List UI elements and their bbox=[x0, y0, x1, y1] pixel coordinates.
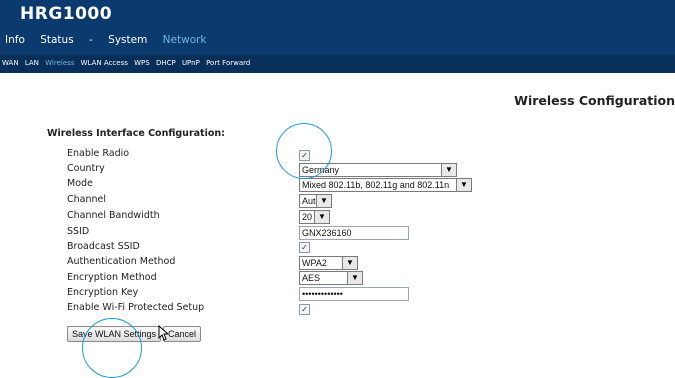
cancel-button[interactable]: Cancel bbox=[163, 326, 201, 342]
brand-title: HRG1000 bbox=[20, 4, 113, 24]
auth-method-select[interactable]: WPA2 ▼ bbox=[299, 256, 358, 270]
enc-method-select[interactable]: AES ▼ bbox=[299, 271, 363, 285]
section-title: Wireless Interface Configuration: bbox=[47, 128, 225, 139]
channel-bandwidth-value: 20 bbox=[302, 212, 313, 222]
channel-select[interactable]: Auto ▼ bbox=[299, 194, 332, 208]
subnav-item-wan[interactable]: WAN bbox=[2, 59, 19, 67]
chevron-down-icon: ▼ bbox=[316, 195, 331, 207]
subnav-item-upnp[interactable]: UPnP bbox=[182, 59, 200, 67]
ssid-input[interactable]: GNX236160 bbox=[299, 226, 409, 240]
nav-item-status[interactable]: Status bbox=[40, 34, 73, 46]
highlight-circle bbox=[82, 318, 142, 378]
sub-nav: WAN LAN Wireless WLAN Access WPS DHCP UP… bbox=[2, 59, 254, 67]
subnav-item-wps[interactable]: WPS bbox=[134, 59, 150, 67]
label-auth-method: Authentication Method bbox=[67, 256, 176, 267]
nav-item-info[interactable]: Info bbox=[5, 34, 25, 46]
top-nav: Info Status - System Network bbox=[5, 34, 219, 46]
label-enc-key: Encryption Key bbox=[67, 287, 139, 298]
chevron-down-icon: ▼ bbox=[441, 164, 456, 176]
channel-bandwidth-select[interactable]: 20 ▼ bbox=[299, 210, 330, 224]
enc-key-input[interactable]: ••••••••••••• bbox=[299, 287, 409, 301]
nav-item-network[interactable]: Network bbox=[163, 34, 207, 46]
header-bar: HRG1000 Info Status - System Network bbox=[0, 0, 675, 55]
label-mode: Mode bbox=[67, 178, 93, 189]
subnav-item-dhcp[interactable]: DHCP bbox=[156, 59, 176, 67]
label-enable-radio: Enable Radio bbox=[67, 148, 130, 159]
label-channel: Channel bbox=[67, 194, 107, 205]
label-country: Country bbox=[67, 163, 105, 174]
mouse-pointer-icon bbox=[158, 325, 168, 341]
label-ssid: SSID bbox=[67, 226, 90, 237]
label-broadcast-ssid: Broadcast SSID bbox=[67, 241, 140, 252]
chevron-down-icon: ▼ bbox=[456, 179, 471, 191]
mode-select[interactable]: Mixed 802.11b, 802.11g and 802.11n ▼ bbox=[299, 178, 472, 192]
wps-checkbox[interactable]: ✓ bbox=[299, 304, 310, 315]
auth-method-value: WPA2 bbox=[302, 258, 327, 268]
highlight-circle bbox=[276, 123, 332, 179]
label-wps: Enable Wi-Fi Protected Setup bbox=[67, 302, 205, 313]
broadcast-ssid-checkbox[interactable]: ✓ bbox=[299, 242, 310, 253]
sub-nav-bar: WAN LAN Wireless WLAN Access WPS DHCP UP… bbox=[0, 55, 675, 73]
subnav-item-lan[interactable]: LAN bbox=[25, 59, 39, 67]
subnav-item-wireless[interactable]: Wireless bbox=[45, 59, 74, 67]
nav-item-system[interactable]: System bbox=[108, 34, 147, 46]
mode-value: Mixed 802.11b, 802.11g and 802.11n bbox=[302, 180, 450, 190]
nav-separator: - bbox=[89, 34, 93, 46]
subnav-item-wlan-access[interactable]: WLAN Access bbox=[81, 59, 128, 67]
label-enc-method: Encryption Method bbox=[67, 272, 157, 283]
chevron-down-icon: ▼ bbox=[342, 257, 357, 269]
subnav-item-port-forward[interactable]: Port Forward bbox=[206, 59, 250, 67]
page-title: Wireless Configuration bbox=[514, 93, 675, 108]
enc-method-value: AES bbox=[302, 273, 321, 283]
chevron-down-icon: ▼ bbox=[347, 272, 362, 284]
label-channel-bandwidth: Channel Bandwidth bbox=[67, 210, 160, 221]
chevron-down-icon: ▼ bbox=[314, 211, 329, 223]
